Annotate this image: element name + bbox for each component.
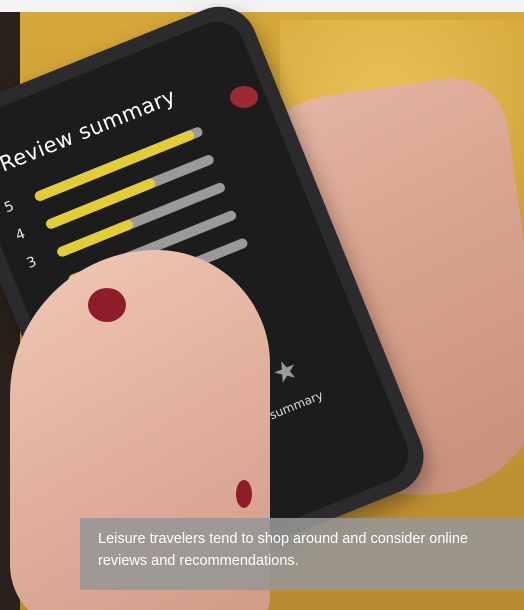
fingernail xyxy=(230,86,258,108)
photo-frame: Review summary 5 4 3 ★ summary Leisure t… xyxy=(0,0,524,610)
rating-label-4: 4 xyxy=(13,225,28,245)
photo-caption: Leisure travelers tend to shop around an… xyxy=(80,518,524,590)
fingernail xyxy=(236,480,252,508)
review-summary-title: Review summary xyxy=(0,83,180,177)
rating-label-3: 3 xyxy=(24,253,39,272)
top-strip xyxy=(0,0,524,12)
star-icon: ★ xyxy=(267,351,304,392)
rating-label-5: 5 xyxy=(2,198,17,217)
fingernail xyxy=(88,288,126,322)
